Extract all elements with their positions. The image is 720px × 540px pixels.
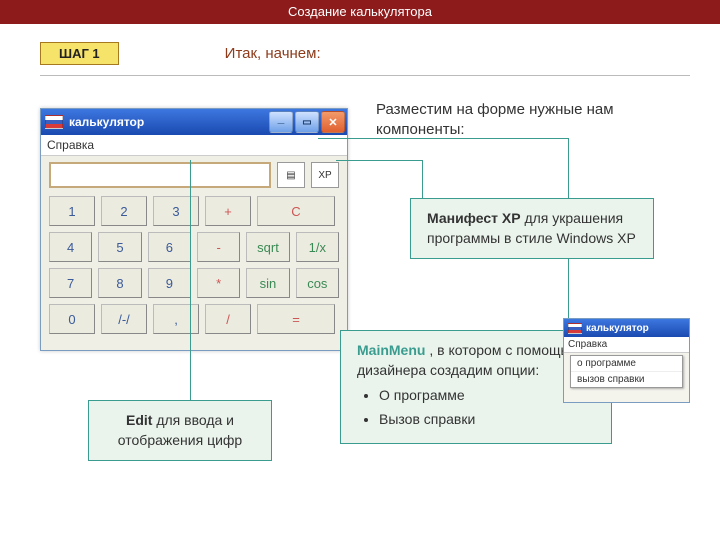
xpmanifest-component-icon[interactable]: XP: [311, 162, 339, 188]
thumb-title: калькулятор: [586, 323, 689, 334]
dropdown-item[interactable]: о программе: [571, 356, 682, 372]
key-8[interactable]: 8: [98, 268, 141, 298]
key-plus[interactable]: +: [205, 196, 251, 226]
key-2[interactable]: 2: [101, 196, 147, 226]
key-7[interactable]: 7: [49, 268, 92, 298]
key-dot[interactable]: ,: [153, 304, 199, 334]
key-0[interactable]: 0: [49, 304, 95, 334]
keypad: 1 2 3 + C 4 5 6 - sqrt 1/x 7 8 9 * sin c…: [41, 192, 347, 350]
key-inv[interactable]: 1/x: [296, 232, 339, 262]
key-minus[interactable]: -: [197, 232, 240, 262]
fade-gradient: [564, 388, 689, 402]
key-clear[interactable]: C: [257, 196, 335, 226]
app-icon: [568, 323, 582, 334]
key-div[interactable]: /: [205, 304, 251, 334]
calculator-thumb: калькулятор Справка о программе вызов сп…: [563, 318, 690, 403]
callout-xp-bold: Манифест ХР: [427, 210, 521, 226]
window-title: калькулятор: [69, 115, 269, 129]
dropdown-menu: о программе вызов справки: [570, 355, 683, 388]
lead-text: Разместим на форме нужные нам компоненты…: [376, 100, 696, 141]
step-badge: ШАГ 1: [40, 42, 119, 65]
mainmenu-component-icon[interactable]: ▤: [277, 162, 305, 188]
page-title-bar: Создание калькулятора: [0, 0, 720, 24]
calculator-window: калькулятор Справка ▤ XP 1 2 3 + C 4 5 6…: [40, 108, 348, 351]
divider: [40, 75, 690, 76]
key-6[interactable]: 6: [148, 232, 191, 262]
titlebar: калькулятор: [41, 109, 347, 135]
callout-edit: Edit для ввода и отображения цифр: [88, 400, 272, 461]
key-sin[interactable]: sin: [246, 268, 289, 298]
dropdown-item[interactable]: вызов справки: [571, 372, 682, 387]
thumb-menu[interactable]: Справка: [564, 337, 689, 353]
key-3[interactable]: 3: [153, 196, 199, 226]
callout-menu-item: Вызов справки: [379, 410, 595, 430]
key-cos[interactable]: cos: [296, 268, 339, 298]
key-1[interactable]: 1: [49, 196, 95, 226]
minimize-icon[interactable]: [269, 111, 293, 133]
callout-menu-bold: MainMenu: [357, 342, 425, 358]
callout-xp: Манифест ХР для украшения программы в ст…: [410, 198, 654, 259]
header-row: ШАГ 1 Итак, начнем:: [0, 24, 720, 69]
begin-label: Итак, начнем:: [225, 45, 321, 62]
key-9[interactable]: 9: [148, 268, 191, 298]
maximize-icon[interactable]: [295, 111, 319, 133]
key-mul[interactable]: *: [197, 268, 240, 298]
key-sign[interactable]: /-/: [101, 304, 147, 334]
leader-line: [318, 138, 568, 139]
key-eq[interactable]: =: [257, 304, 335, 334]
key-5[interactable]: 5: [98, 232, 141, 262]
key-sqrt[interactable]: sqrt: [246, 232, 289, 262]
leader-line: [422, 160, 423, 200]
close-icon[interactable]: [321, 111, 345, 133]
leader-line: [190, 160, 191, 400]
edit-input[interactable]: [49, 162, 271, 188]
key-4[interactable]: 4: [49, 232, 92, 262]
callout-edit-bold: Edit: [126, 412, 152, 428]
app-icon: [45, 115, 63, 129]
leader-line: [336, 160, 422, 161]
menubar-item[interactable]: Справка: [41, 135, 347, 156]
